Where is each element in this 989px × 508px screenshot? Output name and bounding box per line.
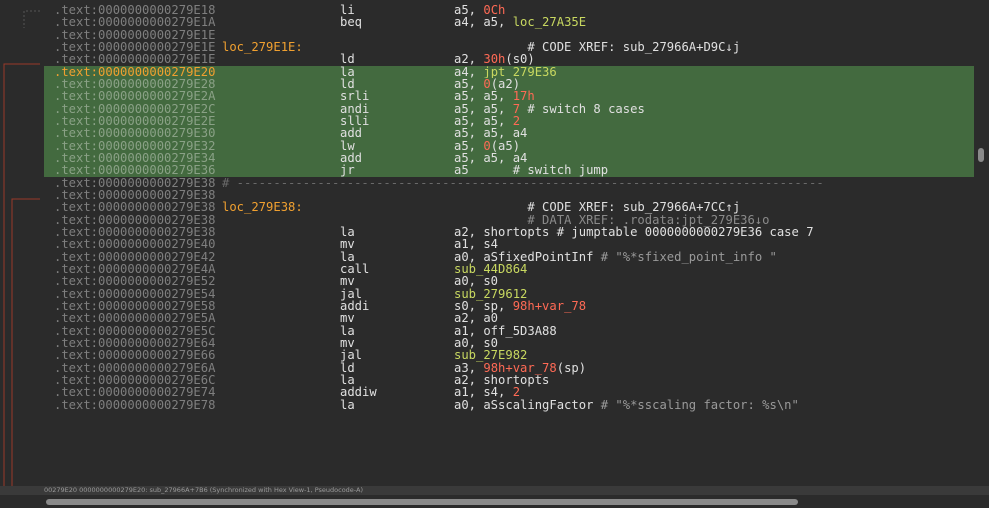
mnemonic: add (340, 126, 363, 141)
address: .text:0000000000279E5C (54, 323, 216, 338)
operands: a0, aSscalingFactor # "%*sscaling factor… (454, 397, 799, 412)
separator-comment: # --------------------------------------… (222, 175, 824, 190)
vertical-scrollbar-thumb[interactable] (978, 148, 984, 162)
operand-text: a0, aSscalingFactor (454, 397, 601, 412)
horizontal-scrollbar-thumb[interactable] (46, 499, 798, 505)
address: .text:0000000000279E52 (54, 274, 216, 289)
address: .text:0000000000279E1E (54, 52, 216, 67)
address: .text:0000000000279E74 (54, 385, 216, 400)
mnemonic: la (340, 323, 355, 338)
address: .text:0000000000279E66 (54, 348, 216, 363)
mnemonic: mv (340, 311, 355, 326)
comment: # switch 8 cases (520, 101, 645, 116)
control-flow-arrows (3, 10, 40, 490)
mnemonic: ld (340, 52, 355, 67)
mnemonic: ld (340, 360, 355, 375)
mnemonic: mv (340, 274, 355, 289)
address: .text:0000000000279E6A (54, 360, 216, 375)
status-bar: 00279E20 0000000000279E20: sub_27966A+7B… (0, 486, 989, 495)
address: .text:0000000000279E40 (54, 237, 216, 252)
disassembly-listing[interactable]: .text:0000000000279E18 li a5, 0Ch .text:000… (44, 4, 974, 486)
code-label[interactable]: loc_279E1E: (222, 41, 303, 54)
listing-row[interactable]: .text:0000000000279E1A beq a4, a5, loc_27A… (44, 15, 974, 30)
mnemonic: la (340, 397, 355, 412)
address: .text:0000000000279E78 (54, 397, 216, 412)
address: .text:0000000000279E36 (54, 163, 216, 178)
flow-arrows-gutter (0, 0, 44, 490)
operands: a5 # switch jump (454, 164, 608, 176)
status-text: 00279E20 0000000000279E20: sub_27966A+7B… (44, 486, 363, 494)
operands: a2, shortopts # jumptable 0000000000279E… (454, 226, 814, 238)
mnemonic: mv (340, 237, 355, 252)
operand-text: (sp) (556, 360, 587, 375)
vertical-scrollbar[interactable] (976, 0, 989, 490)
operand-text: a2, shortopts # jumptable 0000000000279E… (454, 224, 814, 239)
address: .text:0000000000279E38 (54, 200, 216, 215)
operands: a4, a5, loc_27A35E (454, 16, 586, 28)
address: .text:0000000000279E30 (54, 126, 216, 141)
mnemonic: jal (340, 348, 363, 363)
comment: # "%*sscaling factor: %s\n" (600, 397, 799, 412)
mnemonic: srli (340, 89, 370, 104)
comment: # "%*sfixed_point_info " (600, 249, 777, 264)
address: .text:0000000000279E2A (54, 89, 216, 104)
address: .text:0000000000279E1A (54, 15, 216, 30)
listing-row[interactable]: .text:0000000000279E78 la a0, aSscalingFac… (44, 397, 974, 412)
listing-row[interactable]: .text:0000000000279E5C la a1, off_5D3A88 (44, 323, 974, 338)
operand-text: a4, a5, (454, 15, 513, 30)
address: .text:0000000000279E5A (54, 311, 216, 326)
code-label[interactable]: loc_279E38: (222, 201, 303, 214)
listing-row[interactable]: .text:0000000000279E36 jr a5 # switch jump (44, 163, 974, 178)
mnemonic: beq (340, 15, 363, 30)
operand-text: 98h+var_78 (512, 298, 587, 313)
mnemonic: addiw (340, 385, 377, 400)
symbol-reference[interactable]: loc_27A35E (513, 15, 586, 29)
mnemonic: jr (340, 163, 355, 178)
